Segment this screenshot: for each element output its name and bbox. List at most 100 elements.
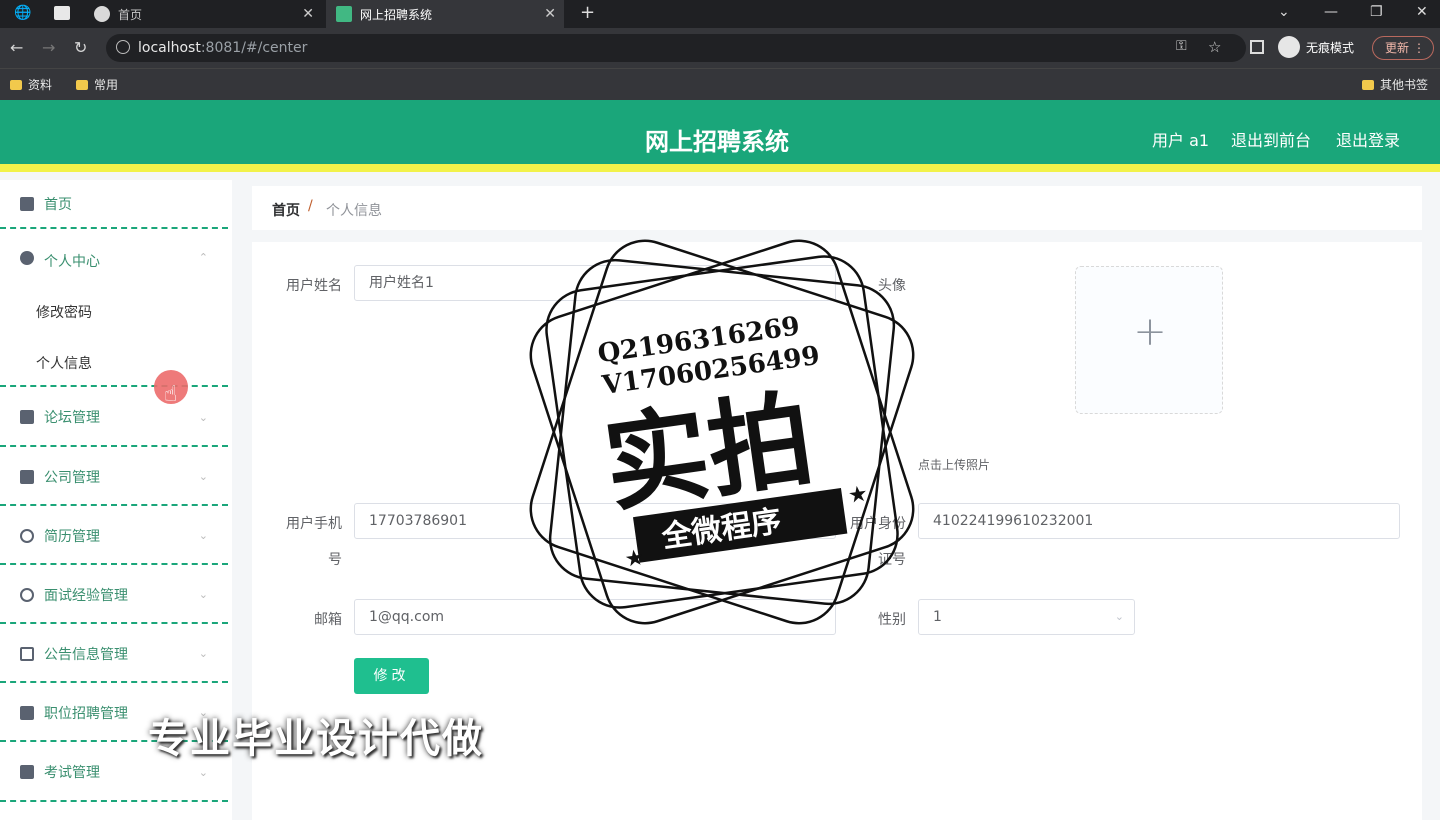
chevron-up-icon: ⌃ xyxy=(198,251,208,264)
window-icon[interactable] xyxy=(54,6,70,20)
chevron-down-icon: ⌄ xyxy=(198,588,208,601)
chevron-down-icon: ⌄ xyxy=(198,647,208,660)
mail-icon xyxy=(20,646,34,661)
bookmark-label: 资料 xyxy=(28,78,53,92)
user-icon xyxy=(20,251,34,265)
username-label: 用户姓名 xyxy=(286,278,342,294)
gender-value: 1 xyxy=(933,609,942,625)
hand-cursor-icon: ☝ xyxy=(164,382,178,407)
address-bar[interactable]: localhost:8081/#/center xyxy=(106,34,1246,62)
gender-select[interactable]: 1 ⌄ xyxy=(918,599,1135,635)
sidebar-item-label: 首页 xyxy=(44,196,72,213)
bookmark-label: 常用 xyxy=(94,78,119,92)
incognito-label: 无痕模式 xyxy=(1306,40,1355,55)
globe-icon[interactable]: 🌐 xyxy=(14,5,31,21)
update-label: 更新 xyxy=(1385,41,1410,55)
back-to-front-link[interactable]: 退出到前台 xyxy=(1231,127,1311,151)
tab-label: 首页 xyxy=(118,7,143,22)
forward-icon[interactable]: → xyxy=(42,38,55,57)
browser-toolbar: ← → ↻ localhost:8081/#/center ⚿ ☆ 无痕模式 更… xyxy=(0,28,1440,68)
chevron-down-icon: ⌄ xyxy=(198,410,208,424)
tab-search-button[interactable]: ⌄ xyxy=(1278,4,1290,20)
sidebar-item-label: 论坛管理 xyxy=(44,410,100,426)
url-host: localhost xyxy=(138,40,201,56)
sidebar-item-personal-center[interactable]: 个人中心 ⌃ xyxy=(0,231,228,387)
idcard-input[interactable]: 410224199610232001 xyxy=(918,503,1400,539)
sidebar-item-announcement[interactable]: 公告信息管理 ⌄ xyxy=(0,626,228,683)
sidebar-item-label: 公告信息管理 xyxy=(44,646,128,663)
more-icon: ⋮ xyxy=(1413,41,1425,55)
folder-icon xyxy=(1362,79,1374,90)
tab-label: 网上招聘系统 xyxy=(360,7,433,22)
other-bookmarks[interactable]: 其他书签 xyxy=(1362,76,1428,93)
printer-icon xyxy=(20,705,34,720)
app-header: 网上招聘系统 用户 a1 退出到前台 退出登录 xyxy=(0,100,1440,172)
reload-icon[interactable]: ↻ xyxy=(74,38,87,57)
gauge-icon xyxy=(20,587,34,602)
sidebar-item-label: 公司管理 xyxy=(44,469,100,486)
upload-tip: 点击上传照片 xyxy=(918,458,991,472)
tab-recruitment[interactable]: 网上招聘系统 ✕ xyxy=(326,0,564,28)
sidebar-item-label: 个人中心 xyxy=(44,254,100,270)
sidebar-item-label: 简历管理 xyxy=(44,528,100,545)
list-icon xyxy=(20,469,34,484)
app-title: 网上招聘系统 xyxy=(645,128,789,156)
current-user: 用户 a1 xyxy=(1152,131,1210,150)
incognito-icon xyxy=(1278,36,1300,58)
sidebar-item-company[interactable]: 公司管理 ⌄ xyxy=(0,449,228,506)
globe-icon xyxy=(94,6,110,22)
breadcrumb: 首页 / 个人信息 xyxy=(252,186,1422,230)
url-path: :8081/#/center xyxy=(200,40,308,56)
close-window-button[interactable]: ✕ xyxy=(1416,4,1428,20)
submit-button[interactable]: 修改 xyxy=(354,658,429,694)
avatar-uploader[interactable]: + xyxy=(1075,266,1223,414)
sidebar-item-label: 职位招聘管理 xyxy=(44,705,128,722)
info-icon[interactable] xyxy=(116,40,130,54)
browser-tab-strip: 🌐 首页 ✕ 网上招聘系统 ✕ + ⌄ — ❐ ✕ xyxy=(0,0,1440,28)
vue-icon xyxy=(336,6,352,22)
email-label: 邮箱 xyxy=(314,612,342,628)
breadcrumb-separator: / xyxy=(308,198,313,214)
phone-label: 用户手机 xyxy=(286,516,342,532)
home-icon xyxy=(20,196,34,211)
bookmark-folder[interactable]: 资料 xyxy=(10,76,52,93)
key-icon[interactable]: ⚿ xyxy=(1176,38,1187,54)
sidebar-item-label: 考试管理 xyxy=(44,765,100,781)
star-icon[interactable]: ☆ xyxy=(1208,38,1221,56)
star-icon: ★ xyxy=(846,481,869,509)
close-icon[interactable]: ✕ xyxy=(544,6,556,22)
chevron-down-icon: ⌄ xyxy=(198,470,208,483)
tab-home[interactable]: 首页 ✕ xyxy=(84,0,322,28)
chevron-down-icon: ⌄ xyxy=(198,529,208,542)
sidebar-subitem-personal-info[interactable]: 个人信息 xyxy=(36,353,92,373)
close-icon[interactable]: ✕ xyxy=(302,6,314,22)
back-icon[interactable]: ← xyxy=(10,38,23,57)
restore-button[interactable]: ❐ xyxy=(1370,4,1383,20)
sidebar-item-forum[interactable]: 论坛管理 ⌄ xyxy=(0,389,228,447)
update-button[interactable]: 更新 ⋮ xyxy=(1372,36,1434,60)
chevron-down-icon: ⌄ xyxy=(1114,610,1124,623)
watermark-caption: 专业毕业设计代做 xyxy=(148,716,484,762)
minimize-button[interactable]: — xyxy=(1324,4,1338,20)
folder-icon xyxy=(76,79,88,90)
bookmark-label: 其他书签 xyxy=(1380,78,1429,92)
sidebar-item-interview-experience[interactable]: 面试经验管理 ⌄ xyxy=(0,567,228,624)
sidebar-item-resume[interactable]: 简历管理 ⌄ xyxy=(0,508,228,565)
phone-label-suffix: 号 xyxy=(328,552,342,568)
clipboard-icon xyxy=(20,765,34,779)
power-icon xyxy=(20,528,34,543)
briefcase-icon xyxy=(20,410,34,424)
bookmarks-bar: 资料 常用 其他书签 xyxy=(0,68,1440,100)
sidepanel-icon[interactable] xyxy=(1250,40,1264,54)
logout-link[interactable]: 退出登录 xyxy=(1336,127,1400,151)
bookmark-folder[interactable]: 常用 xyxy=(76,76,118,93)
chevron-down-icon: ⌄ xyxy=(198,765,208,779)
sidebar-subitem-change-password[interactable]: 修改密码 xyxy=(36,302,92,322)
watermark-stamp: Q2196316269 V17060256499 实拍 全微程序 ★ ★ xyxy=(529,239,915,625)
folder-icon xyxy=(10,79,22,90)
new-tab-button[interactable]: + xyxy=(580,2,595,23)
incognito-indicator[interactable]: 无痕模式 xyxy=(1278,36,1354,58)
plus-icon: + xyxy=(1133,309,1167,355)
breadcrumb-home[interactable]: 首页 xyxy=(272,200,300,220)
sidebar-item-home[interactable]: 首页 xyxy=(0,180,228,229)
